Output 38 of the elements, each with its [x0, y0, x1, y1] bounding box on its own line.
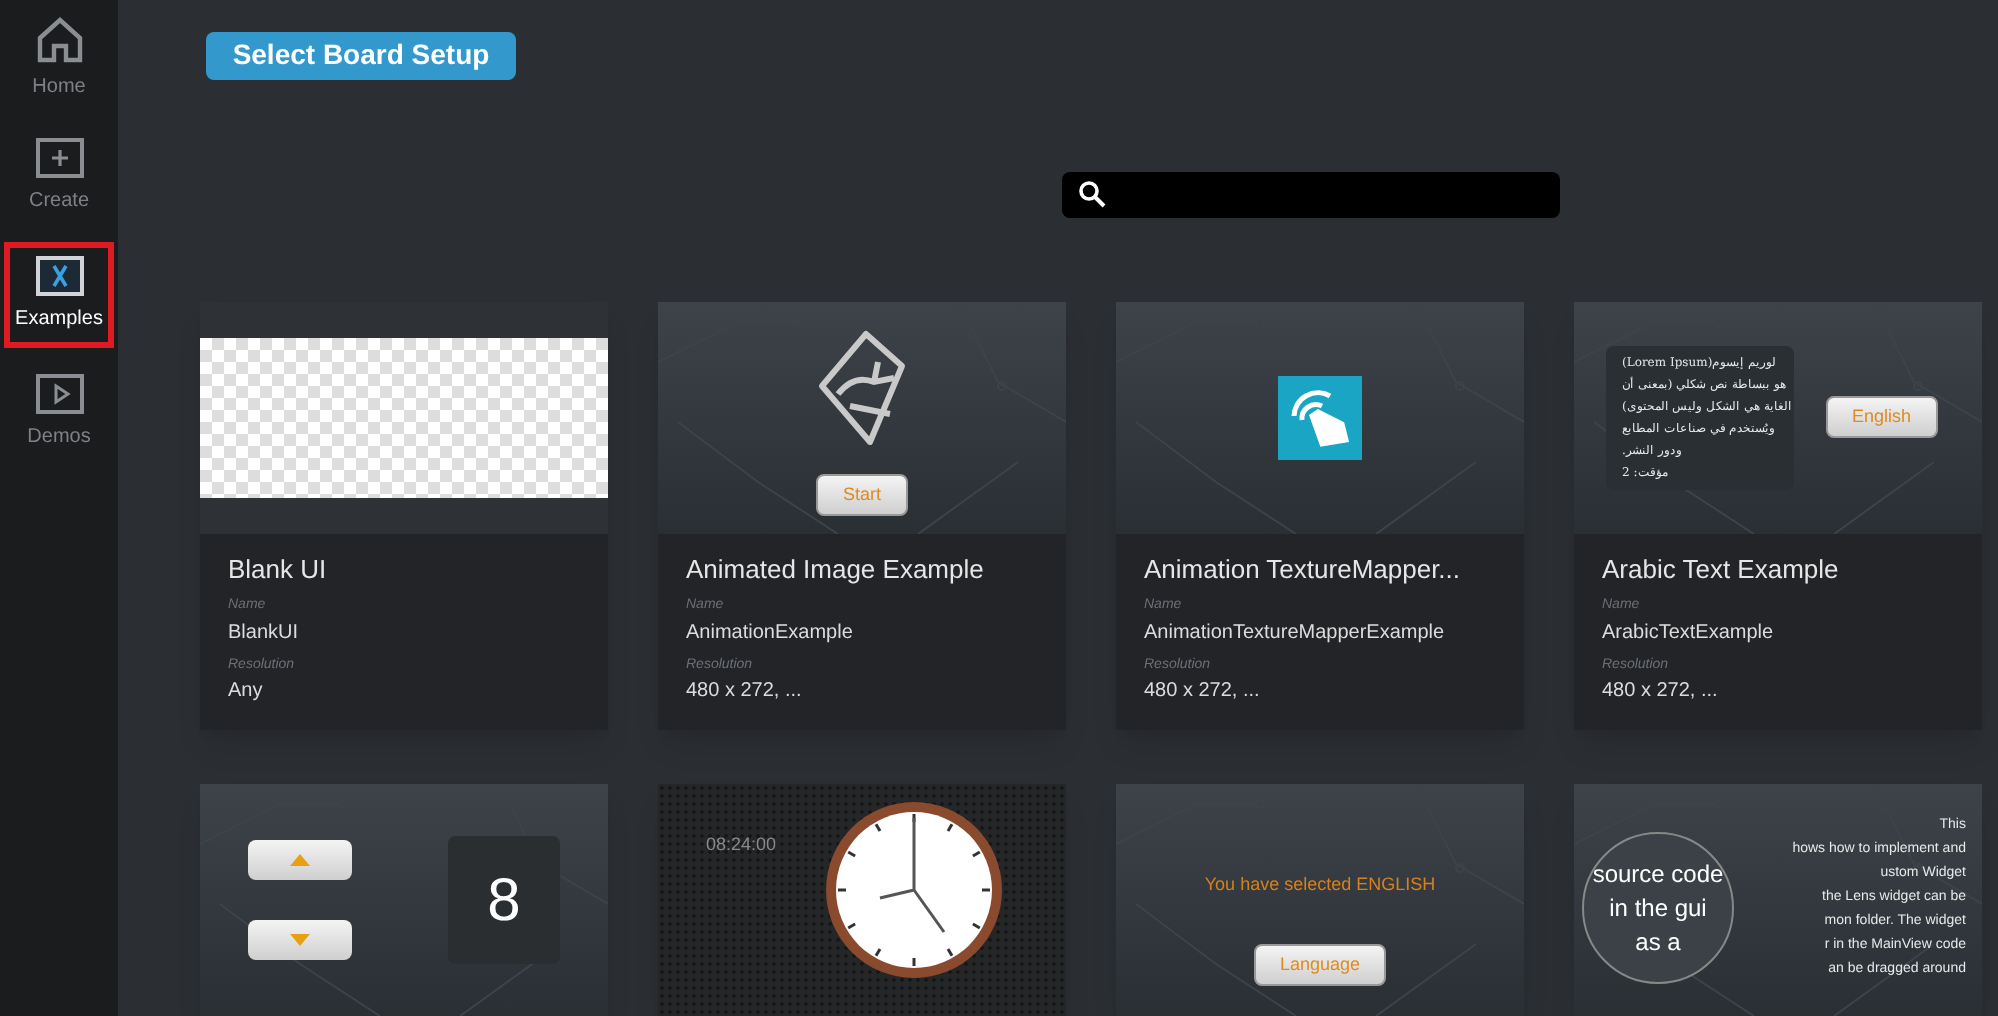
down-triangle-icon [290, 934, 310, 946]
card-title: Animation TextureMapper... [1144, 551, 1463, 588]
example-card[interactable]: 08:24:00 [658, 784, 1066, 1016]
example-name: ArabicTextExample [1602, 619, 1776, 647]
resolution-value: Any [228, 678, 265, 706]
card-title: Arabic Text Example [1602, 551, 1841, 588]
resolution-value: 480 x 272, ... [686, 678, 804, 706]
card-title: Animated Image Example [686, 551, 986, 588]
play-icon [35, 374, 83, 414]
selection-message: You have selected ENGLISH [1204, 872, 1436, 898]
example-card[interactable]: 8 [200, 784, 608, 1016]
resolution-value: 480 x 272, ... [1602, 678, 1720, 706]
example-name: AnimationExample [686, 619, 855, 647]
plus-icon [35, 138, 83, 178]
time-text: 08:24:00 [706, 832, 777, 858]
up-triangle-icon [290, 854, 310, 866]
sidebar-item[interactable]: Demos [4, 360, 114, 466]
up-button[interactable] [248, 840, 352, 880]
magnified-text: in the gui [1609, 895, 1707, 921]
home-icon [33, 16, 85, 64]
resolution-value: 480 x 272, ... [1144, 678, 1262, 706]
down-button[interactable] [248, 920, 352, 960]
example-card[interactable] [1574, 301, 1982, 730]
magnified-text: as a [1635, 929, 1681, 955]
sidebar-item[interactable]: Create [4, 124, 114, 230]
sidebar-item[interactable]: Examples [4, 242, 114, 348]
x-icon [35, 256, 83, 296]
sidebar-item[interactable]: Home [4, 6, 114, 112]
card-title: Blank UI [228, 551, 329, 587]
tap-gesture-icon [1278, 375, 1362, 459]
magnified-text: source code [1592, 861, 1724, 887]
number-display: 8 [448, 836, 560, 964]
example-name: AnimationTextureMapperExample [1144, 619, 1447, 647]
example-card[interactable]: You have selected ENGLISH Language [1116, 784, 1524, 1016]
example-name: BlankUI [228, 619, 301, 647]
search-field[interactable] [1062, 171, 1560, 217]
search-icon [1078, 180, 1106, 209]
select-board-setup-button[interactable]: Select Board Setup [206, 32, 516, 80]
